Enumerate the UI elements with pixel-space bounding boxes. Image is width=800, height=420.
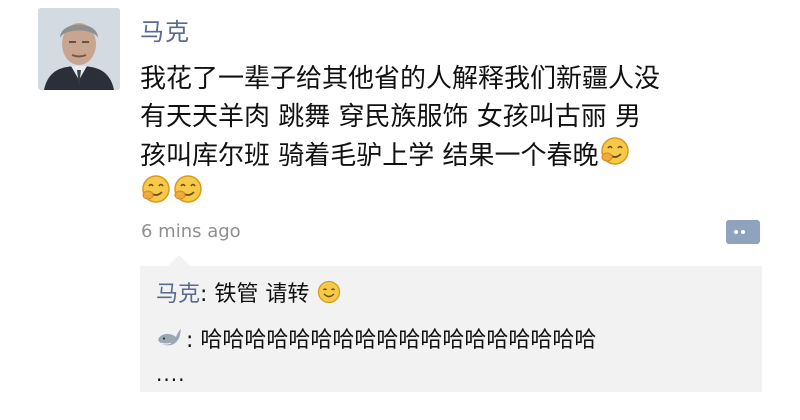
post-timestamp: 6 mins ago: [141, 221, 241, 242]
comment-dots-icon: [734, 230, 738, 234]
smile-emoji-icon: [317, 280, 341, 310]
post-text-line-3: 孩叫库尔班 骑着毛驴上学 结果一个春晚: [140, 141, 599, 171]
post-text-line: 有天天羊肉 跳舞 穿民族服饰 女孩叫古丽 男: [140, 102, 642, 132]
comment-continuation: ....: [156, 362, 186, 386]
smirk-emoji-icon: [173, 174, 203, 215]
comment-separator: :: [186, 328, 201, 353]
smirk-emoji-icon: [600, 136, 630, 177]
comment-text: 哈哈哈哈哈哈哈哈哈哈哈哈哈哈哈哈哈哈: [200, 328, 597, 353]
comment-row[interactable]: 马克: 铁管 请转: [156, 276, 342, 310]
whale-avatar-icon[interactable]: [156, 325, 182, 357]
smirk-emoji-icon: [141, 174, 171, 215]
post-author-name[interactable]: 马克: [140, 12, 190, 47]
comments-panel: 马克: 铁管 请转 : 哈哈哈哈哈哈哈哈哈哈哈哈哈哈哈哈哈哈 ....: [140, 255, 762, 392]
comments-panel-arrow: [168, 255, 190, 266]
avatar[interactable]: [38, 8, 120, 90]
post-emoji-line: [140, 174, 760, 212]
comment-dots-icon: [741, 230, 745, 234]
comment-author[interactable]: 马克: [156, 282, 200, 307]
comment-separator: :: [200, 282, 215, 307]
post-text-line: 我花了一辈子给其他省的人解释我们新疆人没: [140, 64, 661, 94]
comment-text: 铁管 请转: [214, 282, 310, 307]
comment-row[interactable]: : 哈哈哈哈哈哈哈哈哈哈哈哈哈哈哈哈哈哈: [156, 322, 596, 357]
comment-button[interactable]: [726, 220, 760, 244]
post-text: 我花了一辈子给其他省的人解释我们新疆人没 有天天羊肉 跳舞 穿民族服饰 女孩叫古…: [140, 60, 760, 212]
post-text-line: 孩叫库尔班 骑着毛驴上学 结果一个春晚: [140, 136, 760, 174]
